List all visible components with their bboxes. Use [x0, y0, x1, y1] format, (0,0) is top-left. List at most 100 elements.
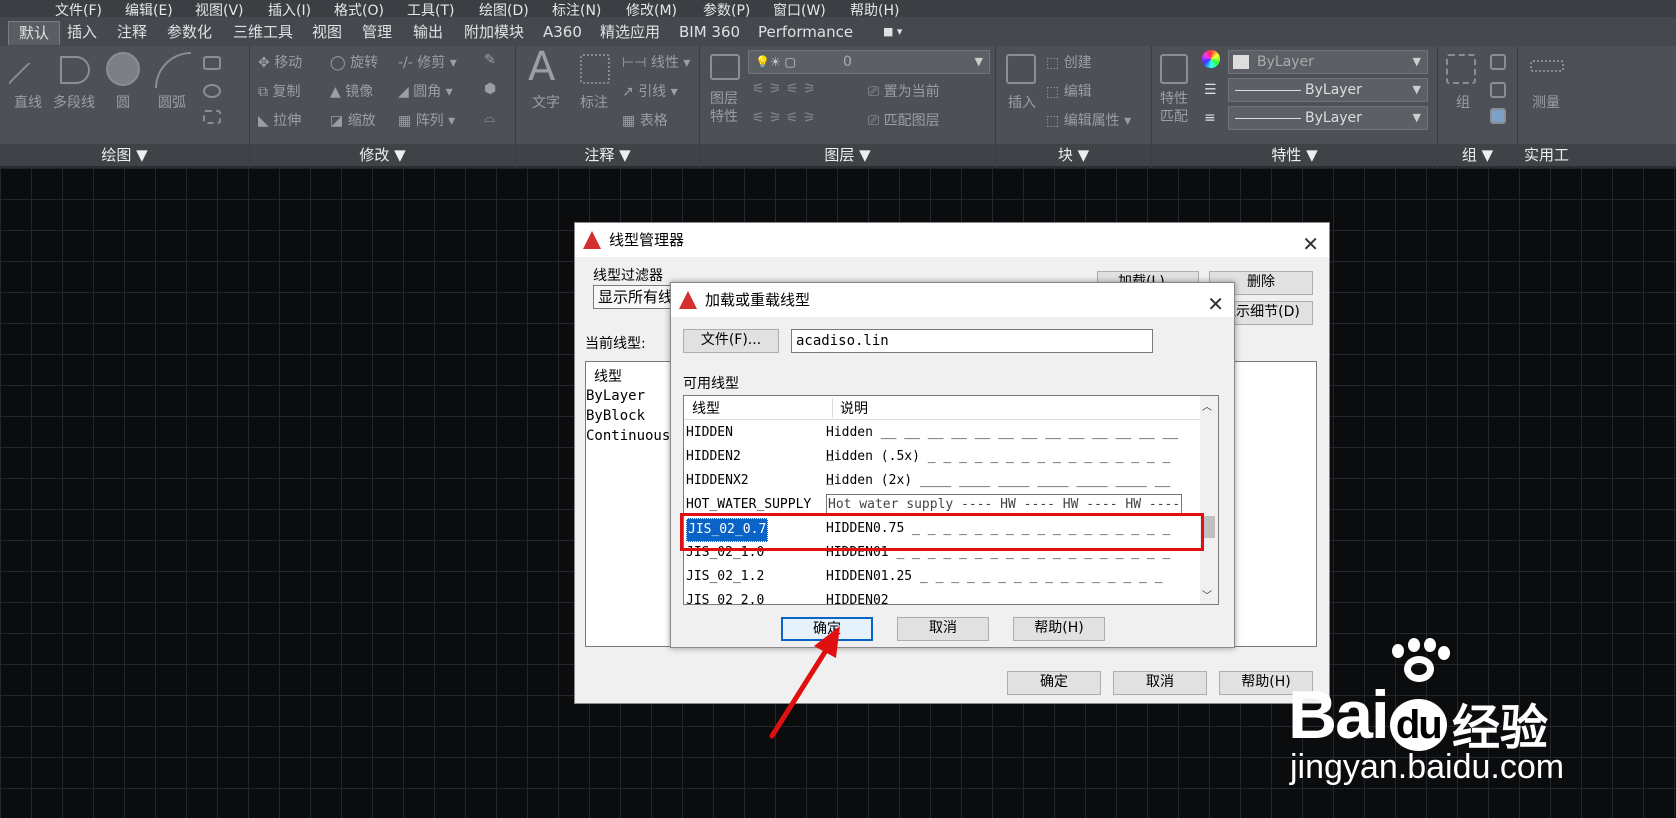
- tab-addins[interactable]: 附加模块: [464, 21, 524, 45]
- color-dropdown[interactable]: ByLayer ▼: [1228, 50, 1428, 74]
- help-button[interactable]: 帮助(H): [1013, 617, 1105, 641]
- tab-manage[interactable]: 管理: [362, 21, 392, 45]
- trim-tool[interactable]: -/- 修剪 ▾: [398, 52, 457, 72]
- layer-dropdown[interactable]: 💡☀ ▢ 0 ▼: [748, 50, 990, 74]
- circle-tool[interactable]: 圆: [116, 92, 130, 112]
- array-tool[interactable]: ▦ 阵列 ▾: [398, 110, 455, 130]
- scroll-down-icon[interactable]: ﹀: [1202, 587, 1212, 602]
- edit-block-tool[interactable]: ⬚ 编辑: [1046, 81, 1092, 101]
- offset-icon[interactable]: ⌓: [484, 110, 495, 126]
- group-select-icon[interactable]: [1490, 108, 1506, 124]
- tab-a360[interactable]: A360: [543, 21, 582, 45]
- table-row[interactable]: HIDDEN Hidden __ __ __ __ __ __ __ __ __ …: [684, 422, 1184, 462]
- hatch-icon[interactable]: [203, 84, 221, 98]
- line-tool[interactable]: 直线: [14, 92, 42, 112]
- column-header-linetype[interactable]: 线型: [594, 366, 622, 386]
- list-item[interactable]: ByBlock: [586, 408, 645, 424]
- layer-properties-tool[interactable]: 图层 特性: [710, 90, 738, 126]
- set-current-tool[interactable]: ⎚ 置为当前: [868, 81, 940, 101]
- tab-featured-apps[interactable]: 精选应用: [600, 21, 660, 45]
- insert-tool[interactable]: 插入: [1008, 92, 1036, 112]
- erase-icon[interactable]: ✎: [484, 52, 496, 68]
- match-properties-tool[interactable]: 特性 匹配: [1160, 90, 1188, 126]
- table-row[interactable]: HIDDENX2 Hidden (2x) ____ ____ ____ ____ …: [684, 470, 1184, 492]
- group-edit-icon[interactable]: [1490, 82, 1506, 98]
- stretch-tool[interactable]: ◣ 拉伸: [258, 110, 301, 130]
- edit-attributes-tool[interactable]: ⬚ 编辑属性 ▾: [1046, 110, 1131, 130]
- table-row[interactable]: JIS_02_2.0 HIDDEN02: [684, 590, 1184, 604]
- arc-tool[interactable]: 圆弧: [158, 92, 186, 112]
- panel-block-title[interactable]: 块 ▼: [996, 144, 1151, 166]
- mirror-tool[interactable]: ▲ 镜像: [330, 81, 373, 101]
- lineweight-dropdown[interactable]: ByLayer ▼: [1228, 106, 1428, 130]
- match-layer-tool[interactable]: ⎚ 匹配图层: [868, 110, 940, 130]
- tab-annotate[interactable]: 注释: [117, 21, 147, 45]
- cancel-button[interactable]: 取消: [897, 617, 989, 641]
- table-row[interactable]: JIS_02_1.2 HIDDEN01.25 _ _ _ _ _ _ _ _ _ …: [684, 566, 1184, 588]
- scroll-up-icon[interactable]: ︿: [1202, 398, 1212, 413]
- measure-tool[interactable]: 测量: [1532, 92, 1560, 112]
- panel-block: 插入 ⬚ 创建 ⬚ 编辑 ⬚ 编辑属性 ▾ 块 ▼: [996, 46, 1152, 168]
- polyline-tool[interactable]: 多段线: [53, 92, 95, 112]
- group-tool[interactable]: 组: [1456, 92, 1470, 112]
- create-block-tool[interactable]: ⬚ 创建: [1046, 52, 1092, 72]
- tab-3d-tools[interactable]: 三维工具: [233, 21, 293, 45]
- ungroup-icon[interactable]: [1490, 54, 1506, 70]
- close-icon[interactable]: ✕: [1302, 227, 1319, 261]
- chevron-down-icon: ▼: [1412, 55, 1421, 68]
- layer-tool-icons-row2[interactable]: ⚟ ⚞ ⚟ ⚞: [752, 110, 816, 126]
- linetype-manager-title[interactable]: 线型管理器 ✕: [575, 223, 1329, 257]
- column-header-linetype[interactable]: 线型: [692, 398, 720, 418]
- lineweight-icon: ≡: [1204, 110, 1216, 126]
- tab-bim360[interactable]: BIM 360: [679, 21, 740, 45]
- workspace-icon[interactable]: ■ ▾: [883, 21, 902, 45]
- chevron-down-icon: ▼: [974, 55, 983, 68]
- cancel-button[interactable]: 取消: [1113, 671, 1207, 695]
- layer-tool-icons-row1[interactable]: ⚟ ⚞ ⚟ ⚞: [752, 81, 816, 97]
- panel-utilities-title[interactable]: 实用工: [1518, 144, 1676, 166]
- list-item[interactable]: ByLayer: [586, 388, 645, 404]
- tab-performance[interactable]: Performance: [758, 21, 853, 45]
- tab-insert[interactable]: 插入: [67, 21, 97, 45]
- panel-group-title[interactable]: 组 ▼: [1438, 144, 1517, 166]
- linetype-dropdown[interactable]: ByLayer ▼: [1228, 78, 1428, 102]
- panel-properties-title[interactable]: 特性 ▼: [1152, 144, 1437, 166]
- file-button[interactable]: 文件(F)...: [683, 329, 779, 353]
- rotate-tool[interactable]: ◯ 旋转: [330, 52, 378, 72]
- scale-tool[interactable]: ◪ 缩放: [330, 110, 376, 130]
- ok-button[interactable]: 确定: [1007, 671, 1101, 695]
- column-header-description[interactable]: 说明: [840, 398, 868, 418]
- close-icon[interactable]: ✕: [1207, 287, 1224, 321]
- scrollbar[interactable]: ︿ ﹀: [1200, 396, 1218, 604]
- linetype-icon: ☰: [1204, 82, 1217, 98]
- move-tool[interactable]: ✥ 移动: [258, 52, 302, 72]
- load-linetype-title[interactable]: 加载或重载线型 ✕: [671, 283, 1234, 317]
- dimension-tool[interactable]: 标注: [580, 92, 608, 112]
- arc-icon: [155, 52, 191, 88]
- panel-layers-title[interactable]: 图层 ▼: [700, 144, 995, 166]
- tab-parametric[interactable]: 参数化: [167, 21, 212, 45]
- boundary-icon[interactable]: [203, 110, 221, 124]
- copy-tool[interactable]: ⧉ 复制: [258, 81, 300, 101]
- scrollbar-thumb[interactable]: [1203, 516, 1215, 538]
- file-name-field[interactable]: acadiso.lin: [791, 329, 1153, 353]
- rectangle-icon[interactable]: [203, 56, 221, 70]
- explode-icon[interactable]: ⬢: [484, 81, 496, 97]
- leader-tool[interactable]: ↗ 引线 ▾: [622, 81, 678, 101]
- table-row[interactable]: HIDDEN2 Hidden (.5x) _ _ _ _ _ _ _ _ _ _ …: [684, 446, 1184, 486]
- panel-annotation-title[interactable]: 注释 ▼: [516, 144, 699, 166]
- autocad-logo-icon: [679, 291, 697, 309]
- table-tool[interactable]: ▦ 表格: [622, 110, 668, 130]
- fillet-tool[interactable]: ◢ 圆角 ▾: [398, 81, 453, 101]
- tab-view[interactable]: 视图: [312, 21, 342, 45]
- text-tool[interactable]: 文字: [532, 92, 560, 112]
- panel-modify-title[interactable]: 修改 ▼: [250, 144, 515, 166]
- list-item[interactable]: Continuous: [586, 428, 670, 444]
- tab-output[interactable]: 输出: [413, 21, 443, 45]
- panel-draw-title[interactable]: 绘图 ▼: [0, 144, 249, 166]
- tab-default[interactable]: 默认: [8, 21, 61, 45]
- available-linetypes-list[interactable]: 线型 说明 HIDDEN Hidden __ __ __ __ __ __ __ …: [683, 395, 1219, 605]
- linear-tool[interactable]: ⊢⊣ 线性 ▾: [622, 52, 690, 72]
- color-wheel-icon[interactable]: [1202, 50, 1220, 68]
- circle-icon: [106, 52, 140, 86]
